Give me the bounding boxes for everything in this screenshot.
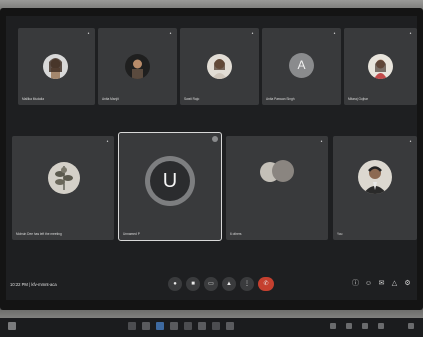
participant-tile-self[interactable]: • You: [333, 136, 417, 240]
taskbar-app-icon[interactable]: [142, 322, 150, 330]
avatar: [125, 54, 150, 79]
participant-name: Mitaraj Gujhar: [348, 97, 369, 101]
system-tray-icon[interactable]: [330, 323, 336, 329]
participant-tile[interactable]: • Swati Rajo: [180, 28, 259, 105]
avatar: [48, 162, 80, 194]
system-tray-icon[interactable]: [378, 323, 384, 329]
avatar-initial: A: [297, 58, 306, 72]
participant-name: Anita Paswan Singh: [266, 97, 295, 101]
end-call-icon[interactable]: ✆: [258, 277, 274, 291]
chat-icon[interactable]: ✉: [377, 279, 386, 288]
taskbar-app-icon[interactable]: [212, 322, 220, 330]
participant-tile[interactable]: • Mohsin Dee has left the meeting: [12, 136, 114, 240]
notification-icon[interactable]: [408, 323, 414, 329]
taskbar-app-icon[interactable]: [170, 322, 178, 330]
participant-name: Unnamed P: [123, 232, 140, 236]
participant-tile-others[interactable]: • 6 others: [226, 136, 328, 240]
avatar-group: [258, 158, 298, 188]
system-tray-icon[interactable]: [362, 323, 368, 329]
meeting-screen: • Mallika Mudalia • Anita Manjit • Swati…: [6, 16, 417, 300]
mic-off-icon: •: [409, 31, 412, 37]
mic-off-icon: •: [333, 31, 336, 37]
mic-icon: [212, 136, 218, 142]
taskbar-app-icon[interactable]: [184, 322, 192, 330]
activities-icon[interactable]: △: [390, 279, 399, 288]
people-icon: •: [320, 139, 323, 145]
mic-off-icon: •: [87, 31, 90, 37]
camera-off-icon[interactable]: ■: [186, 277, 200, 291]
participant-tile-active-speaker[interactable]: U Unnamed P: [118, 132, 222, 241]
avatar: [43, 54, 68, 79]
mic-off-icon[interactable]: ●: [168, 277, 182, 291]
avatar: U: [150, 161, 190, 201]
more-options-icon[interactable]: ⋮: [240, 277, 254, 291]
avatar: [368, 54, 393, 79]
mic-off-icon: •: [169, 31, 172, 37]
start-menu-icon[interactable]: [8, 322, 16, 330]
participant-name: You: [337, 232, 343, 236]
avatar: [358, 160, 392, 194]
participant-name: Mohsin Dee has left the meeting: [16, 232, 62, 236]
participant-tile[interactable]: A • Anita Paswan Singh: [262, 28, 341, 105]
participant-name: Swati Rajo: [184, 97, 200, 101]
os-taskbar: [0, 318, 423, 337]
avatar: [207, 54, 232, 79]
host-controls-icon[interactable]: ⚙: [403, 279, 412, 288]
participant-name: Mallika Mudalia: [22, 97, 44, 101]
mic-off-icon: •: [106, 139, 109, 145]
mic-off-icon: •: [251, 31, 254, 37]
people-icon[interactable]: ☺: [364, 279, 373, 288]
meeting-time: 10:22 PM | kfv-mmnt-aca: [10, 282, 57, 287]
mic-off-icon: •: [409, 139, 412, 145]
taskbar-app-icon[interactable]: [226, 322, 234, 330]
system-tray-icon[interactable]: [346, 323, 352, 329]
participant-tile[interactable]: • Mallika Mudalia: [18, 28, 95, 105]
taskbar-app-icon[interactable]: [198, 322, 206, 330]
participant-name: Anita Manjit: [102, 97, 119, 101]
participant-name: 6 others: [230, 232, 242, 236]
meeting-control-bar: 10:22 PM | kfv-mmnt-aca ● ■ ▭ ▲ ⋮ ✆ ⓘ ☺ …: [6, 266, 417, 300]
avatar-initial: U: [162, 170, 178, 192]
taskbar-app-icon[interactable]: [128, 322, 136, 330]
avatar: A: [289, 53, 314, 78]
present-icon[interactable]: ▲: [222, 277, 236, 291]
taskbar-app-icon[interactable]: [156, 322, 164, 330]
info-icon[interactable]: ⓘ: [351, 279, 360, 288]
captions-icon[interactable]: ▭: [204, 277, 218, 291]
participant-tile[interactable]: • Anita Manjit: [98, 28, 177, 105]
participant-tile[interactable]: • Mitaraj Gujhar: [344, 28, 417, 105]
